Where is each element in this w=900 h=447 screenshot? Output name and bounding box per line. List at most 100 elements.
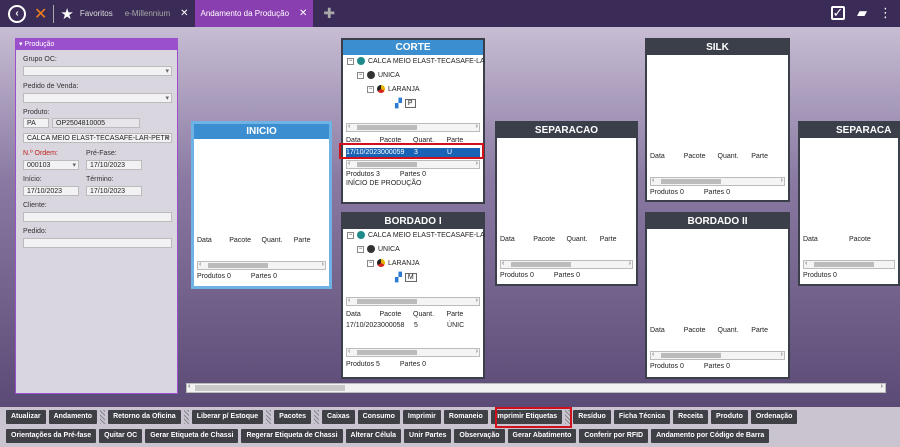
- tab-e-millennium[interactable]: e-Millennium ✕: [119, 0, 195, 27]
- tree-product[interactable]: − CALCA MEIO ELAST-TECASAFE-LA: [347, 231, 485, 239]
- cliente-field[interactable]: [23, 212, 172, 222]
- column-headers: Data Pacote Quant. Parte: [500, 236, 617, 243]
- stage-bordado-i[interactable]: BORDADO I − CALCA MEIO ELAST-TECASAFE-LA …: [341, 212, 485, 379]
- horizontal-scrollbar[interactable]: ‹ ›: [346, 297, 480, 306]
- horizontal-scrollbar[interactable]: ‹ ›: [346, 348, 480, 357]
- grupo-oc-select[interactable]: ▾: [23, 66, 172, 76]
- tree-color[interactable]: − LARANJA: [367, 259, 420, 267]
- stage-footer: Produtos 0 Partes 0: [650, 363, 730, 370]
- stage-bordado-ii[interactable]: BORDADO II Data Pacote Quant. Parte ‹ › Prod…: [645, 212, 790, 379]
- checklist-icon[interactable]: ✓: [831, 5, 845, 20]
- termino-field[interactable]: 17/10/2023: [86, 186, 142, 196]
- stage-title: INICIO: [194, 124, 329, 139]
- stage-footer: Produtos 3 Partes 0: [346, 171, 426, 178]
- produto-code-field[interactable]: OP2504810005: [52, 118, 140, 128]
- toolbar-button-alterar-c-lula[interactable]: Alterar Célula: [345, 429, 402, 443]
- toolbar-button-caixas[interactable]: Caixas: [322, 410, 355, 424]
- produto-label: Produto:: [23, 109, 50, 116]
- table-row[interactable]: 17/10/2023 000058 5 ÚNIC: [346, 321, 480, 331]
- stage-footer: Produtos 0 Partes 0: [650, 189, 730, 196]
- close-icon[interactable]: ✕: [299, 8, 307, 19]
- stage-separacao[interactable]: SEPARACAO Data Pacote Quant. Parte ‹ › Produ…: [495, 121, 638, 286]
- toolbar-button-orienta-es-da-pr-fase[interactable]: Orientações da Pré-fase: [6, 429, 97, 443]
- toolbar-button-romaneio[interactable]: Romaneio: [443, 410, 488, 424]
- stage-title: SEPARACA: [800, 123, 898, 138]
- toolbar-button-conferir-por-rfid[interactable]: Conferir por RFID: [579, 429, 649, 443]
- stage-corte[interactable]: CORTE − CALCA MEIO ELAST-TECASAFE-LA − UNI…: [341, 38, 485, 204]
- toolbar-button-ficha-t-cnica[interactable]: Ficha Técnica: [613, 410, 671, 424]
- toolbar-grip[interactable]: [100, 410, 106, 424]
- column-headers: Data Pacote Quant. Parte: [346, 311, 464, 318]
- toolbar-button-res-duo[interactable]: Resíduo: [573, 410, 611, 424]
- tree-size[interactable]: ▞ M: [395, 272, 417, 283]
- tab-andamento-producao[interactable]: Andamento da Produção ✕: [194, 0, 314, 27]
- top-bar: ‹ ✕ ★ Favoritos e-Millennium ✕ Andamento …: [0, 0, 900, 27]
- grupo-oc-label: Grupo OC:: [23, 56, 57, 63]
- horizontal-scrollbar[interactable]: ‹: [803, 260, 895, 269]
- horizontal-scrollbar[interactable]: ‹ ›: [346, 160, 480, 169]
- horizontal-scrollbar[interactable]: ‹ ›: [650, 351, 785, 360]
- stage-footer: Produtos 0 Partes 0: [500, 272, 580, 279]
- chat-icon[interactable]: ▰: [857, 5, 867, 21]
- logo-icon: ✕: [34, 5, 48, 23]
- ordem-select[interactable]: 000103 ▾: [23, 160, 79, 170]
- close-icon[interactable]: ✕: [180, 8, 188, 19]
- column-headers: Data Pacote: [803, 236, 871, 243]
- horizontal-scrollbar[interactable]: ‹ ›: [197, 261, 326, 270]
- chevron-down-icon: ▾: [165, 135, 169, 142]
- inicio-field[interactable]: 17/10/2023: [23, 186, 79, 196]
- horizontal-scrollbar[interactable]: ‹ ›: [500, 260, 633, 269]
- more-icon[interactable]: ⋮: [879, 5, 892, 21]
- toolbar-button-andamento[interactable]: Andamento: [48, 410, 98, 424]
- toolbar-button-retorno-da-oficina[interactable]: Retorno da Oficina: [108, 410, 181, 424]
- toolbar-button-quitar-oc[interactable]: Quitar OC: [99, 429, 143, 443]
- toolbar-button-unir-partes[interactable]: Unir Partes: [404, 429, 452, 443]
- star-icon[interactable]: ★: [60, 5, 73, 23]
- pedido-label: Pedido:: [23, 228, 47, 235]
- toolbar-button-imprimir[interactable]: Imprimir: [402, 410, 441, 424]
- stage-title: SEPARACAO: [497, 123, 636, 138]
- workspace-horizontal-scrollbar[interactable]: ‹ ›: [186, 383, 886, 393]
- stage-footer: Produtos 0 Partes 0: [197, 273, 277, 280]
- produto-desc-select[interactable]: CALCA MEIO ELAST-TECASAFE-LAR-PETR ▾: [23, 133, 172, 143]
- chevron-down-icon: ▾: [165, 68, 169, 75]
- stage-title: CORTE: [343, 40, 483, 55]
- horizontal-scrollbar[interactable]: ‹ ›: [346, 123, 480, 132]
- prefase-field[interactable]: 17/10/2023: [86, 160, 142, 170]
- tree-product[interactable]: − CALCA MEIO ELAST-TECASAFE-LA: [347, 57, 485, 65]
- add-tab-icon[interactable]: ✚: [323, 5, 335, 22]
- tree-group[interactable]: − UNICA: [357, 71, 400, 79]
- toolbar-button-ordena-o[interactable]: Ordenação: [750, 410, 798, 424]
- toolbar-button-atualizar[interactable]: Atualizar: [6, 410, 46, 424]
- toolbar-button-observa-o[interactable]: Observação: [454, 429, 505, 443]
- toolbar-button-consumo[interactable]: Consumo: [357, 410, 400, 424]
- toolbar-button-regerar-etiqueta-de-chassi[interactable]: Regerar Etiqueta de Chassi: [241, 429, 343, 443]
- prefase-label: Pré-Fase:: [86, 150, 117, 157]
- back-icon[interactable]: ‹: [8, 4, 26, 23]
- toolbar-button-gerar-abatimento[interactable]: Gerar Abatimento: [507, 429, 577, 443]
- tree-group[interactable]: − UNICA: [357, 245, 400, 253]
- stage-separaca[interactable]: SEPARACA Data Pacote ‹ Produtos 0: [798, 121, 900, 286]
- stage-inicio[interactable]: INICIO Data Pacote Quant. Parte ‹ › Produtos…: [191, 121, 332, 289]
- toolbar-button-gerar-etiqueta-de-chassi[interactable]: Gerar Etiqueta de Chassi: [145, 429, 239, 443]
- tab-favoritos[interactable]: Favoritos: [74, 0, 119, 27]
- filter-title: ▾ Produção: [16, 39, 177, 50]
- toolbar-button-produto[interactable]: Produto: [711, 410, 748, 424]
- size-icon: ▞: [395, 272, 402, 282]
- toolbar-button-pacotes[interactable]: Pacotes: [274, 410, 312, 424]
- toolbar-grip[interactable]: [266, 410, 272, 424]
- toolbar-grip[interactable]: [183, 410, 189, 424]
- toolbar-button-receita[interactable]: Receita: [673, 410, 709, 424]
- toolbar-grip[interactable]: [314, 410, 320, 424]
- column-headers: Data Pacote Quant. Parte: [650, 327, 768, 334]
- toolbar-button-andamento-por-c-digo-de-barra[interactable]: Andamento por Código de Barra: [651, 429, 770, 443]
- stage-silk[interactable]: SILK Data Pacote Quant. Parte ‹ › Produtos 0…: [645, 38, 790, 202]
- produto-type-select[interactable]: PA: [23, 118, 49, 128]
- stage-title: BORDADO II: [647, 214, 788, 229]
- tree-color[interactable]: − LARANJA: [367, 85, 420, 93]
- tree-size[interactable]: ▞ P: [395, 98, 416, 109]
- horizontal-scrollbar[interactable]: ‹ ›: [650, 177, 785, 186]
- pedido-field[interactable]: [23, 238, 172, 248]
- toolbar-button-liberar-p-estoque[interactable]: Liberar p/ Estoque: [191, 410, 264, 424]
- pedido-venda-select[interactable]: ▾: [23, 93, 172, 103]
